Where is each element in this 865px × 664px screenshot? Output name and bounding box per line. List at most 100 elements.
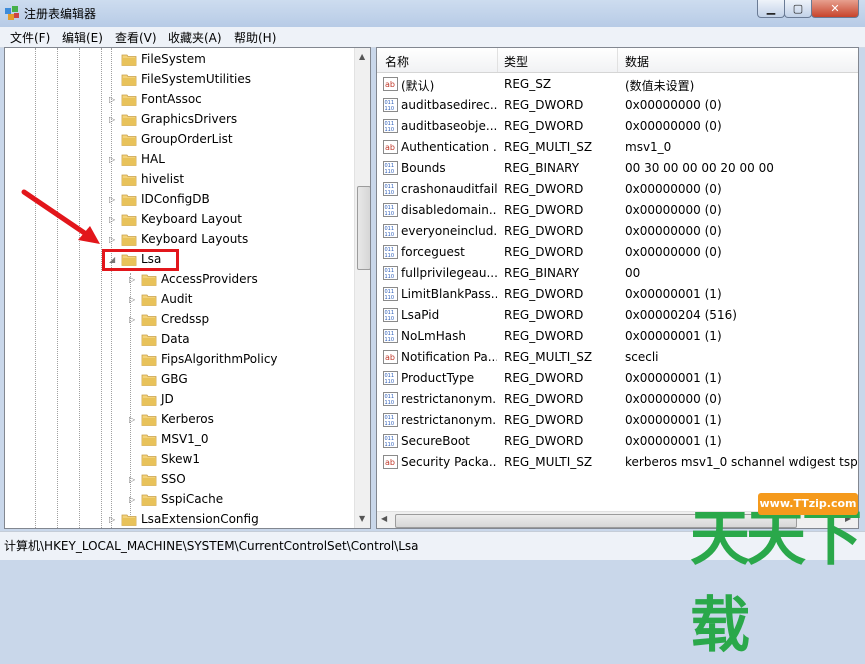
folder-icon	[121, 514, 137, 526]
value-row[interactable]: ab Authentication ... REG_MULTI_SZ msv1_0	[377, 137, 858, 158]
value-data: (数值未设置)	[625, 79, 695, 93]
tree-item-label: Keyboard Layouts	[141, 232, 249, 246]
value-row[interactable]: ab (默认) REG_SZ (数值未设置)	[377, 74, 858, 95]
value-row[interactable]: 011 110 forceguest REG_DWORD 0x00000000 (0)	[377, 242, 858, 263]
collapsed-arrow-icon[interactable]: ▷	[129, 315, 137, 325]
tree-item[interactable]: ▷ GraphicsDrivers	[5, 110, 350, 130]
folder-icon	[141, 474, 157, 486]
collapsed-arrow-icon[interactable]: ▷	[109, 195, 117, 205]
values-list[interactable]: 名称 类型 数据 ab (默认) REG_SZ (数值未设置) 011 110 auditb…	[376, 47, 859, 529]
registry-tree[interactable]: FileSystem FileSystemUtilities ▷ FontAssoc ▷…	[4, 47, 371, 529]
tree-item[interactable]: ▷ SSO	[5, 470, 350, 490]
scroll-up-arrow-icon[interactable]: ▲	[359, 52, 365, 61]
tree-item[interactable]: ▷ Kerberos	[5, 410, 350, 430]
folder-icon	[141, 354, 157, 366]
folder-icon	[121, 94, 137, 106]
tree-item[interactable]: FileSystemUtilities	[5, 70, 350, 90]
tree-item[interactable]: ▷ Audit	[5, 290, 350, 310]
tree-item[interactable]: GroupOrderList	[5, 130, 350, 150]
svg-text:110: 110	[385, 316, 395, 322]
tree-item[interactable]: Data	[5, 330, 350, 350]
value-row[interactable]: 011 110 restrictanonym... REG_DWORD 0x000000…	[377, 389, 858, 410]
folder-icon	[121, 114, 137, 126]
value-row[interactable]: ab Security Packa... REG_MULTI_SZ kerberos …	[377, 452, 858, 473]
value-row[interactable]: 011 110 disabledomain... REG_DWORD 0x0000000…	[377, 200, 858, 221]
value-data: 0x00000000 (0)	[625, 203, 722, 217]
value-data: 00	[625, 266, 641, 280]
scroll-left-arrow-icon[interactable]: ◀	[381, 514, 387, 523]
tree-item[interactable]: ▷ Credssp	[5, 310, 350, 330]
column-header-data[interactable]: 数据	[625, 53, 649, 70]
tree-item[interactable]: FileSystem	[5, 50, 350, 70]
tree-item[interactable]: ▷ AccessProviders	[5, 270, 350, 290]
value-row[interactable]: 011 110 LsaPid REG_DWORD 0x00000204 (516)	[377, 305, 858, 326]
collapsed-arrow-icon[interactable]: ▷	[109, 155, 117, 165]
tree-item[interactable]: ▷ FontAssoc	[5, 90, 350, 110]
column-divider[interactable]	[497, 48, 498, 72]
value-type: REG_DWORD	[504, 413, 584, 427]
collapsed-arrow-icon[interactable]: ▷	[109, 95, 117, 105]
menu-help[interactable]: 帮助(H)	[234, 29, 276, 46]
watermark-logo: 天天下载	[690, 504, 862, 661]
binary-value-icon: 011110	[383, 413, 398, 427]
minimize-button[interactable]: ▁	[757, 0, 785, 18]
collapsed-arrow-icon[interactable]: ▷	[109, 215, 117, 225]
collapsed-arrow-icon[interactable]: ▷	[129, 495, 137, 505]
folder-icon	[141, 314, 157, 326]
menu-edit[interactable]: 编辑(E)	[62, 29, 103, 46]
value-row[interactable]: 011 110 SecureBoot REG_DWORD 0x00000001 (1)	[377, 431, 858, 452]
svg-text:110: 110	[385, 253, 395, 259]
collapsed-arrow-icon[interactable]: ▷	[109, 235, 117, 245]
menu-file[interactable]: 文件(F)	[10, 29, 50, 46]
column-divider[interactable]	[617, 48, 618, 72]
value-type: REG_DWORD	[504, 224, 584, 238]
value-name: restrictanonym...	[401, 413, 497, 427]
column-header-name[interactable]: 名称	[385, 53, 409, 70]
value-name: forceguest	[401, 245, 465, 259]
tree-item[interactable]: MSV1_0	[5, 430, 350, 450]
tree-item-label: JD	[161, 392, 174, 406]
tree-item-label: GraphicsDrivers	[141, 112, 238, 126]
value-row[interactable]: ab Notification Pa... REG_MULTI_SZ scecli	[377, 347, 858, 368]
tree-item[interactable]: hivelist	[5, 170, 350, 190]
tree-scroll-thumb[interactable]	[357, 186, 370, 270]
collapsed-arrow-icon[interactable]: ▷	[109, 515, 117, 525]
value-row[interactable]: 011 110 fullprivilegeau... REG_BINARY 00	[377, 263, 858, 284]
collapsed-arrow-icon[interactable]: ▷	[129, 415, 137, 425]
tree-item[interactable]: ▷ LsaExtensionConfig	[5, 510, 350, 528]
collapsed-arrow-icon[interactable]: ▷	[129, 295, 137, 305]
value-row[interactable]: 011 110 restrictanonym... REG_DWORD 0x000000…	[377, 410, 858, 431]
value-row[interactable]: 011 110 auditbasedirec... REG_DWORD 0x000000…	[377, 95, 858, 116]
binary-value-icon: 011110	[383, 371, 398, 385]
collapsed-arrow-icon[interactable]: ▷	[129, 475, 137, 485]
collapsed-arrow-icon[interactable]: ▷	[109, 115, 117, 125]
tree-item[interactable]: FipsAlgorithmPolicy	[5, 350, 350, 370]
tree-vertical-scrollbar[interactable]: ▲ ▼	[354, 48, 370, 528]
close-button[interactable]: ✕	[811, 0, 859, 18]
folder-icon	[141, 414, 157, 426]
tree-item[interactable]: Skew1	[5, 450, 350, 470]
value-row[interactable]: 011 110 Bounds REG_BINARY 00 30 00 00 00 20 …	[377, 158, 858, 179]
tree-item[interactable]: ▷ HAL	[5, 150, 350, 170]
tree-item-label: MSV1_0	[161, 432, 209, 446]
menu-favorites[interactable]: 收藏夹(A)	[168, 29, 222, 46]
tree-item[interactable]: JD	[5, 390, 350, 410]
value-row[interactable]: 011 110 NoLmHash REG_DWORD 0x00000001 (1)	[377, 326, 858, 347]
tree-item[interactable]: ▷ SspiCache	[5, 490, 350, 510]
svg-text:110: 110	[385, 127, 395, 133]
tree-item[interactable]: GBG	[5, 370, 350, 390]
value-row[interactable]: 011 110 auditbaseobje... REG_DWORD 0x0000000…	[377, 116, 858, 137]
value-row[interactable]: 011 110 crashonauditfail REG_DWORD 0x0000000…	[377, 179, 858, 200]
scroll-down-arrow-icon[interactable]: ▼	[359, 514, 365, 523]
value-row[interactable]: 011 110 everyoneinclud... REG_DWORD 0x000000…	[377, 221, 858, 242]
maximize-button[interactable]: ▢	[784, 0, 812, 18]
value-row[interactable]: 011 110 LimitBlankPass... REG_DWORD 0x000000…	[377, 284, 858, 305]
value-row[interactable]: 011 110 ProductType REG_DWORD 0x00000001 (1)	[377, 368, 858, 389]
tree-item-label: Keyboard Layout	[141, 212, 243, 226]
collapsed-arrow-icon[interactable]: ▷	[129, 275, 137, 285]
menu-view[interactable]: 查看(V)	[115, 29, 157, 46]
value-type: REG_DWORD	[504, 203, 584, 217]
value-data: msv1_0	[625, 140, 672, 154]
column-header-type[interactable]: 类型	[504, 53, 528, 70]
binary-value-icon: 011110	[383, 224, 398, 238]
